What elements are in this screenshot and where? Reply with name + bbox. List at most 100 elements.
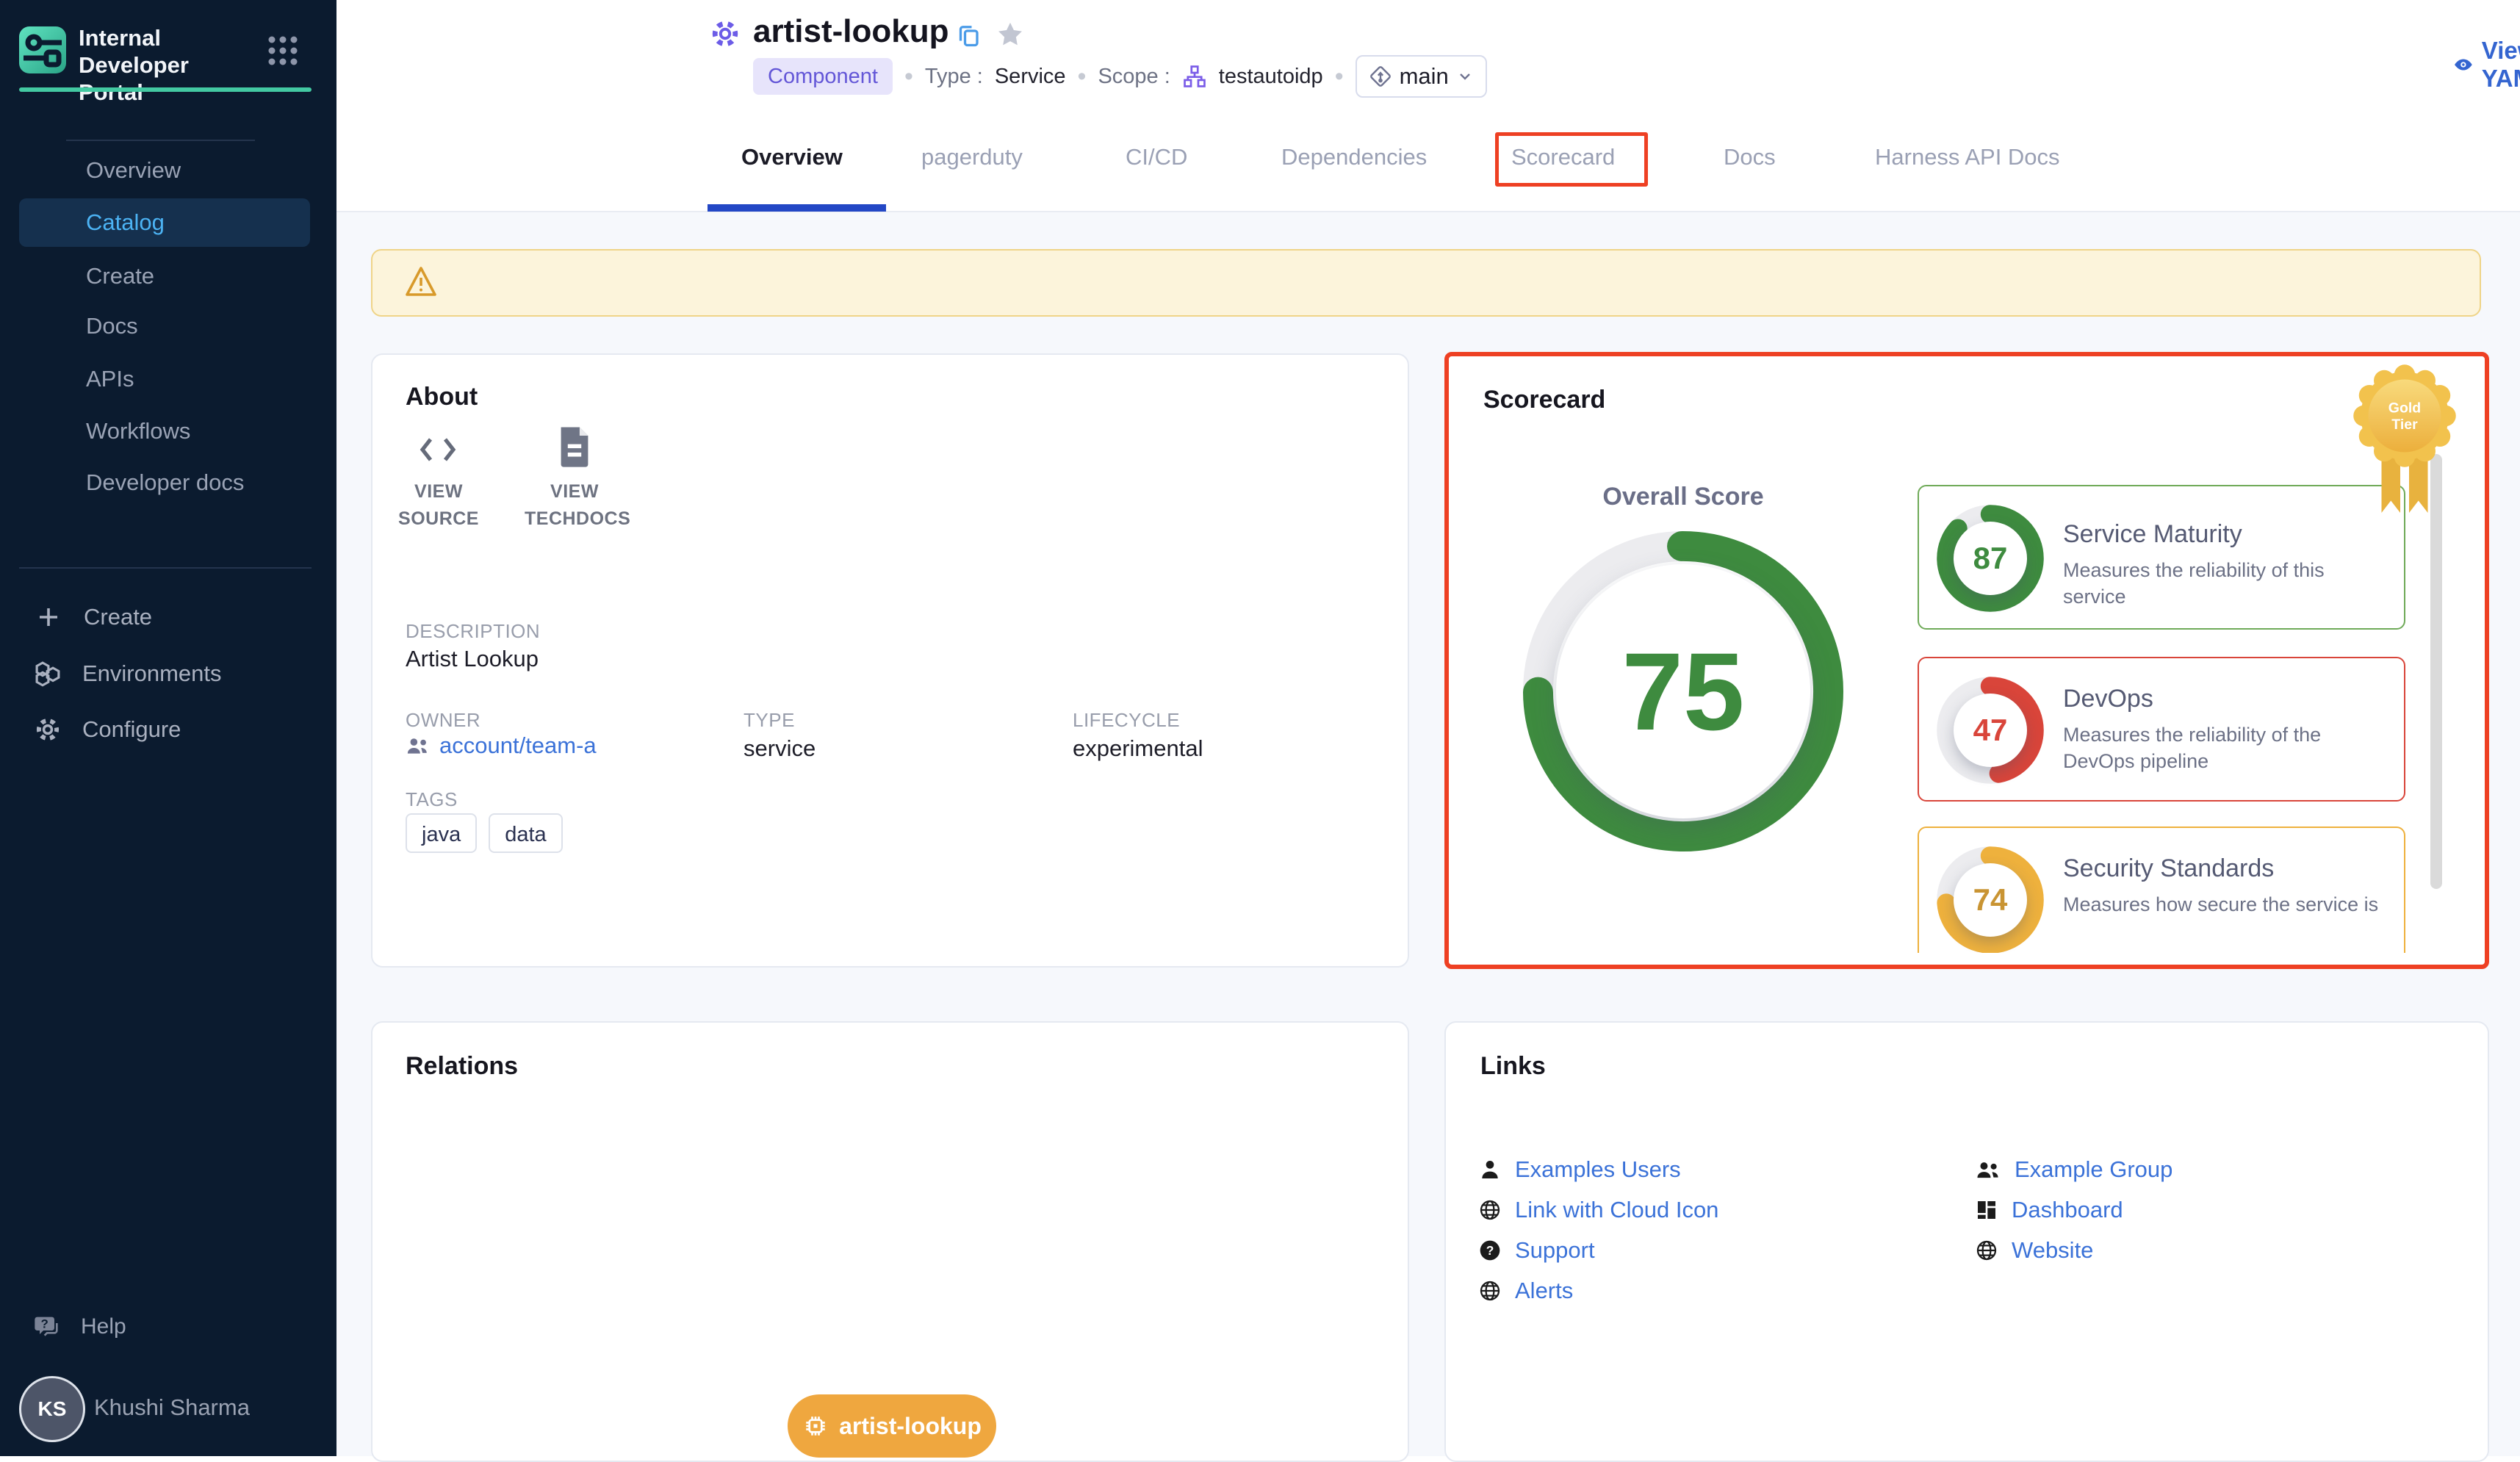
link-dashboard[interactable]: Dashboard: [1975, 1197, 2123, 1223]
view-techdocs-label[interactable]: VIEWTECHDOCS: [525, 478, 624, 533]
link-support[interactable]: ? Support: [1478, 1237, 1595, 1264]
help-button[interactable]: ? Help: [32, 1312, 126, 1342]
link-website[interactable]: Website: [1975, 1237, 2093, 1264]
people-icon: [406, 736, 431, 755]
relations-card: Relations artist-lookup: [371, 1021, 1409, 1462]
page-title: artist-lookup: [753, 13, 948, 50]
description-value: Artist Lookup: [406, 646, 539, 672]
lifecycle-value: experimental: [1073, 735, 1203, 762]
brand-logo[interactable]: [19, 26, 66, 73]
owner-link[interactable]: account/team-a: [406, 732, 597, 759]
apps-grid-icon[interactable]: [267, 35, 298, 66]
idp-logo-icon: [19, 26, 66, 73]
tags-row: java data: [406, 813, 563, 853]
score-card-service-maturity[interactable]: 87 Service Maturity Measures the reliabi…: [1918, 485, 2405, 630]
avatar[interactable]: KS: [19, 1376, 85, 1442]
sidebar-item-workflows[interactable]: Workflows: [86, 417, 190, 446]
branch-select[interactable]: main: [1356, 55, 1487, 98]
view-techdocs-button[interactable]: [558, 425, 591, 468]
tab-pagerduty[interactable]: pagerduty: [921, 144, 1023, 170]
globe-icon: [1478, 1198, 1502, 1222]
view-source-label[interactable]: VIEWSOURCE: [397, 478, 480, 533]
warning-banner: [371, 249, 2481, 317]
link-example-group[interactable]: Example Group: [1975, 1156, 2172, 1183]
view-yaml-button[interactable]: View YAML: [2454, 37, 2520, 93]
score-name: DevOps: [2063, 685, 2153, 713]
help-chat-icon: ?: [32, 1312, 62, 1342]
type-field-value: service: [744, 735, 816, 762]
copy-icon[interactable]: [955, 22, 982, 48]
view-source-button[interactable]: [419, 433, 457, 467]
about-title: About: [406, 383, 478, 411]
dashboard-icon: [1975, 1198, 1998, 1222]
sidebar-item-overview[interactable]: Overview: [86, 156, 181, 185]
tab-harness-api-docs[interactable]: Harness API Docs: [1875, 144, 2060, 170]
chevron-down-icon: [1456, 68, 1474, 85]
sidebar-item-docs[interactable]: Docs: [86, 312, 138, 341]
tab-dependencies[interactable]: Dependencies: [1281, 144, 1427, 170]
score-list-viewport: 87 Service Maturity Measures the reliabi…: [1918, 485, 2417, 953]
score-name: Security Standards: [2063, 854, 2274, 883]
star-icon[interactable]: [995, 19, 1026, 50]
links-card: Links Examples Users Link with Cloud Ico…: [1444, 1021, 2489, 1462]
sidebar-action-environments[interactable]: Environments: [32, 658, 222, 689]
warning-icon: [403, 264, 439, 299]
globe-icon: [1975, 1239, 1998, 1262]
links-title: Links: [1480, 1052, 1546, 1081]
score-card-devops[interactable]: 47 DevOps Measures the reliability of th…: [1918, 657, 2405, 802]
score-name: Service Maturity: [2063, 520, 2242, 549]
tab-docs[interactable]: Docs: [1724, 144, 1776, 170]
type-value: Service: [995, 65, 1066, 89]
sidebar-item-apis[interactable]: APIs: [86, 364, 134, 394]
sidebar-item-developer-docs[interactable]: Developer docs: [86, 468, 244, 497]
overall-score-label: Overall Score: [1573, 483, 1793, 511]
scorecard-tab-annotation-box: [1495, 132, 1648, 187]
relations-title: Relations: [406, 1052, 518, 1081]
sidebar-accent-bar: [19, 87, 312, 92]
tab-overview[interactable]: Overview: [741, 144, 843, 170]
scope-label: Scope :: [1098, 65, 1170, 89]
divider: [66, 140, 255, 141]
link-alerts[interactable]: Alerts: [1478, 1278, 1573, 1304]
eye-icon: [2454, 54, 2473, 76]
sidebar-action-configure[interactable]: Configure: [32, 714, 181, 745]
link-link-with-cloud-icon[interactable]: Link with Cloud Icon: [1478, 1197, 1718, 1223]
entity-gear-icon: [708, 16, 743, 51]
scorecard-title: Scorecard: [1483, 386, 1605, 414]
relations-node-artist-lookup[interactable]: artist-lookup: [788, 1394, 996, 1458]
chip-icon: [802, 1413, 829, 1439]
code-icon: [419, 433, 457, 467]
gold-tier-badge: Gold Tier: [2350, 361, 2460, 537]
sidebar: Internal DeveloperPortal Overview Catalo…: [0, 0, 336, 1456]
svg-text:Gold: Gold: [2388, 400, 2421, 417]
active-nav-highlight: [19, 198, 310, 247]
entity-meta-row: Component • Type : Service • Scope : tes…: [753, 57, 1487, 96]
globe-icon: [1478, 1279, 1502, 1303]
score-description: Measures the reliability of the DevOps p…: [2063, 721, 2390, 774]
people-icon: [1975, 1159, 2001, 1180]
type-field-label: TYPE: [744, 709, 795, 732]
branch-value: main: [1400, 63, 1449, 90]
score-description: Measures the reliability of this service: [2063, 557, 2390, 610]
tab-cicd[interactable]: CI/CD: [1126, 144, 1187, 170]
score-description: Measures how secure the service is: [2063, 891, 2390, 918]
sidebar-item-create[interactable]: Create: [86, 262, 154, 291]
document-icon: [558, 425, 591, 468]
link-examples-users[interactable]: Examples Users: [1478, 1156, 1681, 1183]
divider: [19, 567, 312, 569]
entity-header: artist-lookup Component • Type : Service…: [336, 0, 2520, 212]
tags-label: TAGS: [406, 788, 458, 811]
tag-chip[interactable]: java: [406, 813, 477, 853]
sidebar-action-create[interactable]: Create: [35, 602, 152, 632]
overall-score-value: 75: [1556, 564, 1810, 818]
hierarchy-icon: [1182, 64, 1207, 89]
tag-chip[interactable]: data: [489, 813, 562, 853]
type-label: Type :: [925, 65, 983, 89]
about-card: About VIEWSOURCE VIEWTECHDOCS DESCRIPTIO…: [371, 353, 1409, 968]
score-card-security-standards[interactable]: 74 Security Standards Measures how secur…: [1918, 827, 2405, 953]
plus-icon: [35, 604, 62, 630]
svg-text:?: ?: [41, 1317, 48, 1331]
sidebar-item-catalog[interactable]: Catalog: [86, 208, 165, 237]
kind-badge[interactable]: Component: [753, 58, 893, 95]
user-name: Khushi Sharma: [94, 1394, 250, 1421]
